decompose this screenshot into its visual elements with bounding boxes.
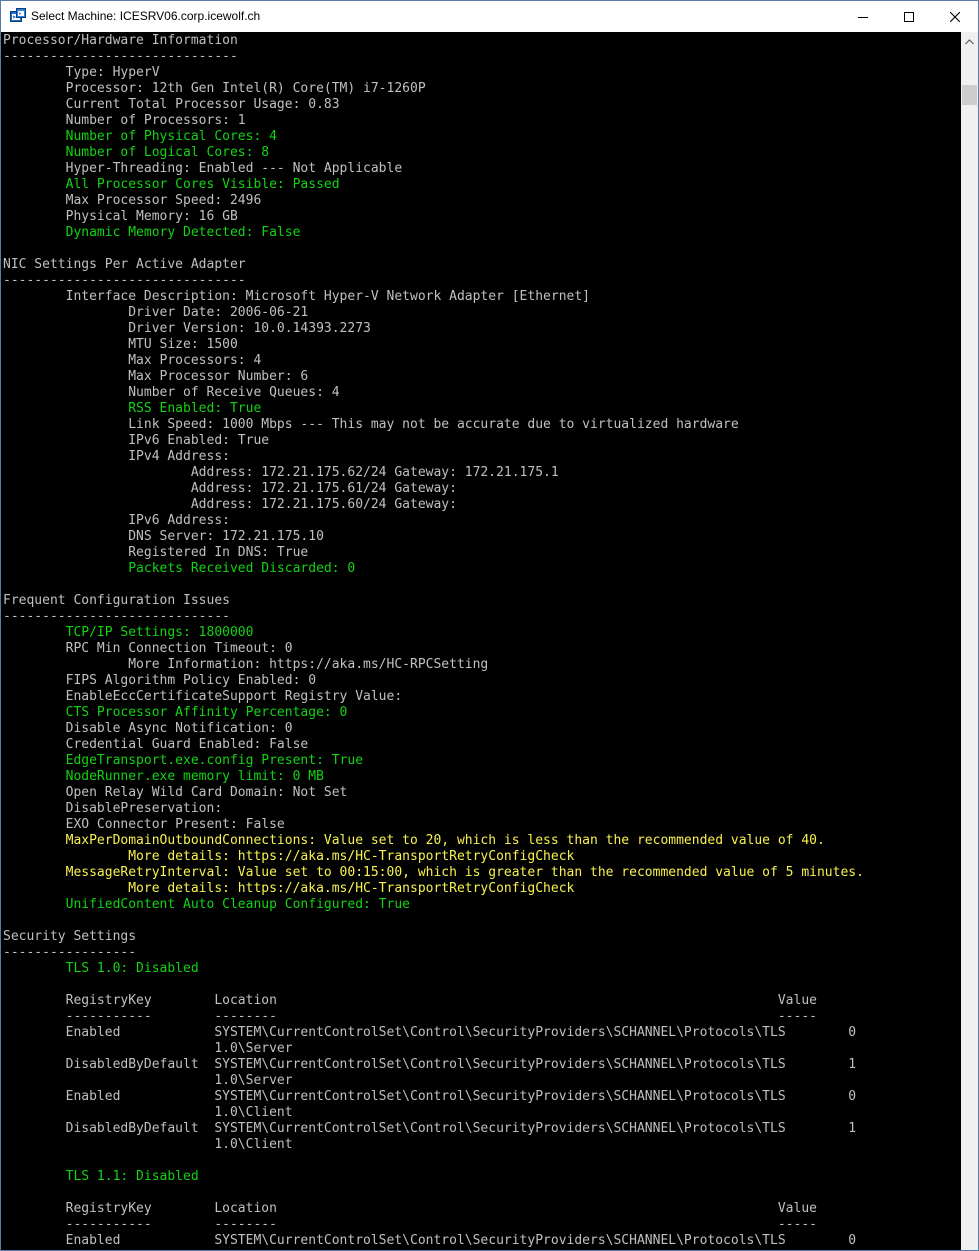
console-line: RegistryKey Location Value [3, 993, 817, 1008]
console-line: Processor: 12th Gen Intel(R) Core(TM) i7… [3, 81, 426, 96]
close-button[interactable] [932, 1, 978, 32]
maximize-icon [904, 11, 914, 22]
console-line: ----------- -------- ----- [3, 1217, 817, 1232]
console-line: DNS Server: 172.21.175.10 [3, 529, 324, 544]
console-line: RPC Min Connection Timeout: 0 [3, 641, 293, 656]
console-line: CTS Processor Affinity Percentage: 0 [3, 705, 348, 720]
console-line: ----------------- [3, 945, 137, 960]
console-line: FIPS Algorithm Policy Enabled: 0 [3, 673, 317, 688]
console-line: 1.0\Server [3, 1073, 293, 1088]
console-line: Driver Date: 2006-06-21 [3, 305, 309, 320]
title-bar[interactable]: Select Machine: ICESRV06.corp.icewolf.ch [1, 1, 978, 32]
console-line: Address: 172.21.175.62/24 Gateway: 172.2… [3, 465, 559, 480]
console-line: ------------------------------ [3, 49, 238, 64]
console-line: Registered In DNS: True [3, 545, 309, 560]
console-line: RegistryKey Location Value [3, 1201, 817, 1216]
console-line: Packets Received Discarded: 0 [3, 561, 356, 576]
console-line: More Information: https://aka.ms/HC-RPCS… [3, 657, 489, 672]
minimize-icon [858, 12, 868, 22]
minimize-button[interactable] [840, 1, 886, 32]
console-line: Hyper-Threading: Enabled --- Not Applica… [3, 161, 403, 176]
scrollbar-thumb[interactable] [962, 85, 977, 105]
scroll-up-button[interactable] [961, 32, 978, 49]
console-line: ----------------------------- [3, 609, 230, 624]
console-line: TLS 1.0: Disabled [3, 961, 199, 976]
console-line: MaxPerDomainOutboundConnections: Value s… [3, 833, 825, 848]
console-line: NIC Settings Per Active Adapter [3, 257, 246, 272]
console-line: IPv6 Enabled: True [3, 433, 270, 448]
console-line: Disable Async Notification: 0 [3, 721, 293, 736]
console-line: Number of Logical Cores: 8 [3, 145, 270, 160]
console-line: ----------- -------- ----- [3, 1009, 817, 1024]
console-line: All Processor Cores Visible: Passed [3, 177, 340, 192]
console-line: IPv4 Address: [3, 449, 230, 464]
console-line: 1.0\Client [3, 1105, 293, 1120]
console-line: ------------------------------- [3, 273, 246, 288]
console-line: Enabled SYSTEM\CurrentControlSet\Control… [3, 1089, 857, 1104]
console-line: Dynamic Memory Detected: False [3, 225, 301, 240]
console-line: Physical Memory: 16 GB [3, 209, 238, 224]
console-line: Current Total Processor Usage: 0.83 [3, 97, 340, 112]
console-line: DisabledByDefault SYSTEM\CurrentControlS… [3, 1057, 857, 1072]
console-line: Link Speed: 1000 Mbps --- This may not b… [3, 417, 739, 432]
console-line: IPv6 Address: [3, 513, 230, 528]
console-line: MessageRetryInterval: Value set to 00:15… [3, 865, 864, 880]
console-line: TLS 1.1: Disabled [3, 1169, 199, 1184]
console-line: EdgeTransport.exe.config Present: True [3, 753, 364, 768]
console-line: More details: https://aka.ms/HC-Transpor… [3, 849, 575, 864]
console-line: Processor/Hardware Information [3, 33, 238, 48]
console-line: Max Processor Number: 6 [3, 369, 309, 384]
console-line: RSS Enabled: True [3, 401, 262, 416]
console-line: 1.0\Server [3, 1041, 293, 1056]
console-line: EXO Connector Present: False [3, 817, 285, 832]
console-line: UnifiedContent Auto Cleanup Configured: … [3, 897, 410, 912]
console-icon [10, 8, 26, 24]
console-line: Type: HyperV [3, 65, 160, 80]
console-line: Frequent Configuration Issues [3, 593, 230, 608]
console-line: Max Processors: 4 [3, 353, 262, 368]
console-line: Enabled SYSTEM\CurrentControlSet\Control… [3, 1233, 857, 1248]
scroll-up-arrow-icon [965, 32, 974, 50]
vertical-scrollbar[interactable] [961, 32, 978, 1250]
console-line: Open Relay Wild Card Domain: Not Set [3, 785, 348, 800]
console-output[interactable]: Processor/Hardware Information ----------… [1, 32, 961, 1250]
console-line: Address: 172.21.175.60/24 Gateway: [3, 497, 457, 512]
console-line: Number of Processors: 1 [3, 113, 246, 128]
console-line: TCP/IP Settings: 1800000 [3, 625, 254, 640]
console-line: DisablePreservation: [3, 801, 223, 816]
console-line: 1.0\Client [3, 1137, 293, 1152]
console-line: Address: 172.21.175.61/24 Gateway: [3, 481, 457, 496]
console-window: Select Machine: ICESRV06.corp.icewolf.ch… [0, 0, 979, 1251]
console-line: Max Processor Speed: 2496 [3, 193, 262, 208]
console-line: Security Settings [3, 929, 137, 944]
console-line: MTU Size: 1500 [3, 337, 238, 352]
close-icon [950, 11, 960, 22]
console-line: Interface Description: Microsoft Hyper-V… [3, 289, 590, 304]
console-line: Number of Receive Queues: 4 [3, 385, 340, 400]
console-line: Enabled SYSTEM\CurrentControlSet\Control… [3, 1025, 857, 1040]
console-line: Number of Physical Cores: 4 [3, 129, 277, 144]
console-line: DisabledByDefault SYSTEM\CurrentControlS… [3, 1121, 857, 1136]
console-line: Credential Guard Enabled: False [3, 737, 309, 752]
window-title: Select Machine: ICESRV06.corp.icewolf.ch [31, 9, 261, 23]
maximize-button[interactable] [886, 1, 932, 32]
console-line: NodeRunner.exe memory limit: 0 MB [3, 769, 324, 784]
console-line: EnableEccCertificateSupport Registry Val… [3, 689, 403, 704]
console-line: More details: https://aka.ms/HC-Transpor… [3, 881, 575, 896]
console-line: Driver Version: 10.0.14393.2273 [3, 321, 371, 336]
